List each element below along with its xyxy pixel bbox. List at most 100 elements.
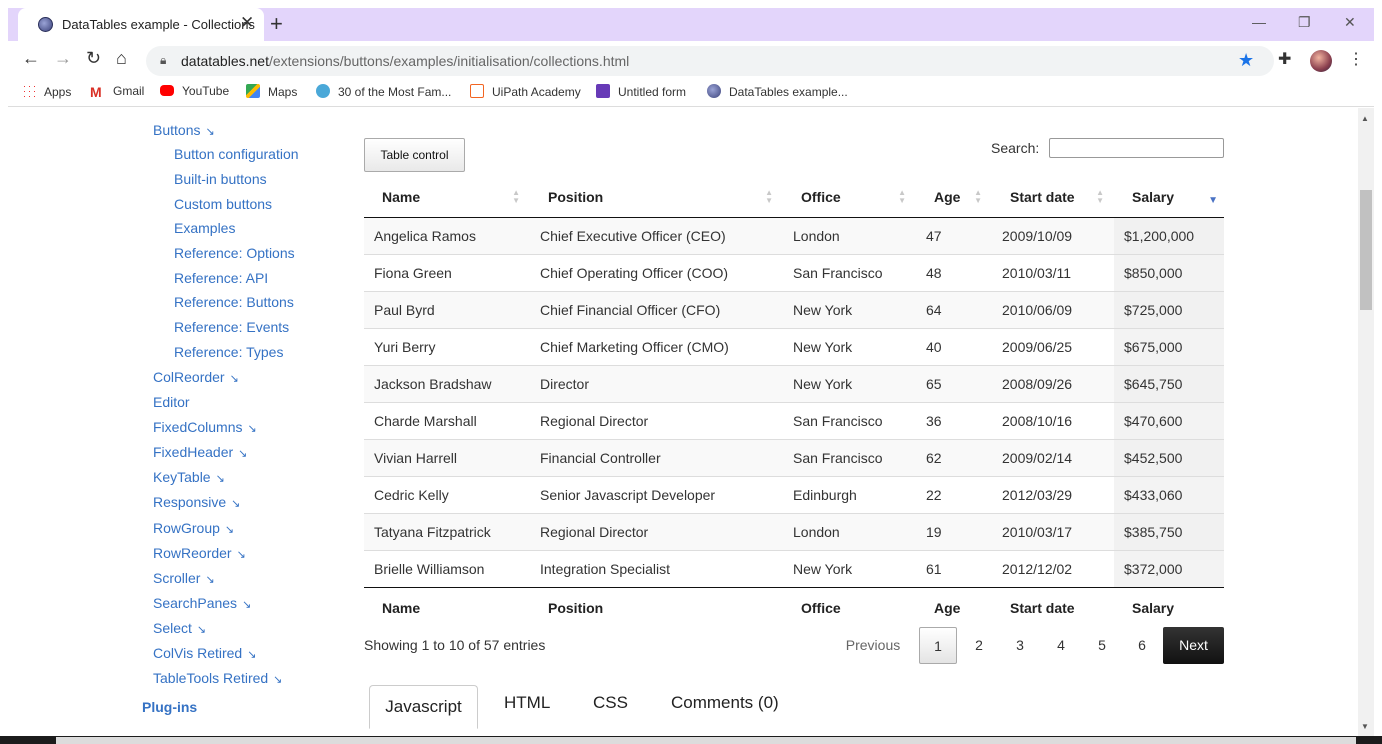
home-icon[interactable]: ⌂ (116, 48, 127, 69)
sidebar-item-responsive[interactable]: Responsive ↘ (153, 494, 240, 510)
table-row[interactable]: Jackson Bradshaw Director New York 65 2008/0… (364, 364, 1224, 402)
sidebar-item-tabletools-retired[interactable]: TableTools Retired ↘ (153, 670, 282, 686)
bookmark-uipath-academy[interactable]: UiPath Academy (470, 84, 581, 99)
back-icon[interactable]: ← (22, 48, 40, 69)
forms-icon (596, 84, 610, 98)
restore-icon[interactable]: ❐ (1298, 14, 1311, 31)
search-input[interactable] (1049, 138, 1224, 158)
page-scrollbar[interactable]: ▲ ▼ (1358, 108, 1374, 736)
table-row[interactable]: Fiona Green Chief Operating Officer (COO)… (364, 253, 1224, 291)
cell-salary: $850,000 (1114, 253, 1224, 291)
sidebar-item-select[interactable]: Select ↘ (153, 620, 206, 636)
sidebar-item-custom-buttons[interactable]: Custom buttons (174, 196, 272, 212)
sidebar-item-colvis-retired[interactable]: ColVis Retired ↘ (153, 645, 256, 661)
scroll-up-icon[interactable]: ▲ (1361, 114, 1369, 123)
table-control-button[interactable]: Table control (364, 138, 465, 172)
page-button-2[interactable]: 2 (960, 627, 998, 664)
tab-comments[interactable]: Comments (0) (671, 693, 779, 713)
bookmark-star-icon[interactable]: ★ (1238, 50, 1254, 71)
table-info: Showing 1 to 10 of 57 entries (364, 637, 546, 653)
column-header-position[interactable]: Position ▲ ▼ (530, 178, 783, 218)
tab-javascript[interactable]: Javascript (369, 685, 478, 729)
bookmark-maps[interactable]: Maps (246, 84, 297, 99)
page-button-5[interactable]: 5 (1083, 627, 1121, 664)
sidebar-item-fixedheader[interactable]: FixedHeader ↘ (153, 444, 247, 460)
more-menu-icon[interactable]: ⋮ (1348, 49, 1364, 69)
window-close-icon[interactable]: ✕ (1344, 14, 1356, 31)
horizontal-scrollbar[interactable] (56, 737, 1356, 744)
employees-table: Name ▲ ▼ Position ▲ ▼ Office ▲ ▼ Age ▲ ▼ Start d… (364, 178, 1224, 628)
new-tab-button[interactable]: + (270, 11, 283, 37)
sidebar-item-reference-events[interactable]: Reference: Events (174, 319, 289, 335)
sidebar-item-keytable[interactable]: KeyTable ↘ (153, 469, 225, 485)
lock-icon[interactable]: 🔒︎ (160, 53, 166, 68)
footer-age: Age (916, 586, 992, 628)
sidebar-item-examples[interactable]: Examples (174, 220, 235, 236)
cell-position: Chief Operating Officer (COO) (530, 253, 783, 291)
scroll-down-icon[interactable]: ▼ (1361, 722, 1369, 731)
table-row[interactable]: Vivian Harrell Financial Controller San Fr… (364, 438, 1224, 476)
page-button-6[interactable]: 6 (1123, 627, 1161, 664)
profile-avatar[interactable] (1310, 50, 1332, 72)
uipath-icon (470, 84, 484, 98)
page-button-4[interactable]: 4 (1042, 627, 1080, 664)
scroll-thumb[interactable] (1360, 190, 1372, 310)
sidebar-item-reference-buttons[interactable]: Reference: Buttons (174, 294, 294, 310)
cell-age: 62 (916, 438, 992, 476)
minimize-icon[interactable]: — (1252, 14, 1266, 30)
column-header-start-date[interactable]: Start date ▲ ▼ (992, 178, 1114, 218)
bookmark-datatables[interactable]: DataTables example... (707, 84, 848, 99)
extensions-puzzle-icon[interactable]: ✚ (1278, 49, 1291, 69)
sidebar-item-fixedcolumns[interactable]: FixedColumns ↘ (153, 419, 257, 435)
table-row[interactable]: Cedric Kelly Senior Javascript Developer E… (364, 475, 1224, 513)
tab-html[interactable]: HTML (504, 693, 550, 713)
sidebar-item-reference-api[interactable]: Reference: API (174, 270, 268, 286)
column-header-office[interactable]: Office ▲ ▼ (783, 178, 916, 218)
chat-bubble-icon (316, 84, 330, 98)
next-page-button[interactable]: Next (1163, 627, 1224, 664)
sidebar-item-scroller[interactable]: Scroller ↘ (153, 570, 215, 586)
sidebar-item-rowreorder[interactable]: RowReorder ↘ (153, 545, 246, 561)
table-row[interactable]: Yuri Berry Chief Marketing Officer (CMO) N… (364, 327, 1224, 365)
table-row[interactable]: Angelica Ramos Chief Executive Officer (C… (364, 217, 1224, 254)
bookmark-youtube[interactable]: YouTube (160, 84, 229, 98)
page-button-3[interactable]: 3 (1001, 627, 1039, 664)
bookmark-30-most-famous[interactable]: 30 of the Most Fam... (316, 84, 451, 99)
sidebar-item-rowgroup[interactable]: RowGroup ↘ (153, 520, 234, 536)
column-header-name[interactable]: Name ▲ ▼ (364, 178, 530, 218)
sidebar-item-searchpanes[interactable]: SearchPanes ↘ (153, 595, 251, 611)
cell-name: Yuri Berry (364, 327, 530, 365)
address-bar[interactable]: 🔒︎ datatables.net/extensions/buttons/exa… (146, 46, 1274, 76)
tab-css[interactable]: CSS (593, 693, 628, 713)
sidebar-heading-plugins[interactable]: Plug-ins (142, 699, 197, 715)
browser-tab[interactable]: DataTables example - Collections ✕ (18, 8, 264, 41)
sidebar-item-built-in-buttons[interactable]: Built-in buttons (174, 171, 267, 187)
table-row[interactable]: Paul Byrd Chief Financial Officer (CFO) Ne… (364, 290, 1224, 328)
table-row[interactable]: Tatyana Fitzpatrick Regional Director Lond… (364, 512, 1224, 550)
bookmark-apps[interactable]: Apps (22, 84, 71, 99)
cell-office: New York (783, 549, 916, 587)
sidebar-item-reference-options[interactable]: Reference: Options (174, 245, 295, 261)
bookmark-untitled-form[interactable]: Untitled form (596, 84, 686, 99)
sidebar-item-colreorder[interactable]: ColReorder ↘ (153, 369, 239, 385)
sidebar-item-editor[interactable]: Editor (153, 394, 190, 410)
sidebar-item-buttons[interactable]: Buttons ↘ (153, 122, 215, 138)
sort-both-icon: ▲ ▼ (898, 188, 906, 205)
tab-close-icon[interactable]: ✕ (240, 13, 254, 33)
footer-position: Position (530, 586, 783, 628)
table-row[interactable]: Charde Marshall Regional Director San Fran… (364, 401, 1224, 439)
bookmark-gmail[interactable]: M Gmail (90, 84, 144, 100)
column-header-age[interactable]: Age ▲ ▼ (916, 178, 992, 218)
page-button-1[interactable]: 1 (919, 627, 957, 664)
cell-office: London (783, 217, 916, 254)
sidebar-item-button-configuration[interactable]: Button configuration (174, 146, 299, 162)
reload-icon[interactable]: ↻ (86, 48, 101, 69)
previous-page-button[interactable]: Previous (838, 627, 908, 664)
sort-both-icon: ▲ ▼ (512, 188, 520, 205)
sidebar-item-reference-types[interactable]: Reference: Types (174, 344, 283, 360)
datatables-icon (707, 84, 721, 98)
page-content: Buttons ↘ Button configuration Built-in b… (8, 108, 1358, 744)
forward-icon[interactable]: → (54, 48, 72, 69)
table-row[interactable]: Brielle Williamson Integration Specialist… (364, 549, 1224, 587)
column-header-salary[interactable]: Salary ▼ (1114, 178, 1224, 218)
